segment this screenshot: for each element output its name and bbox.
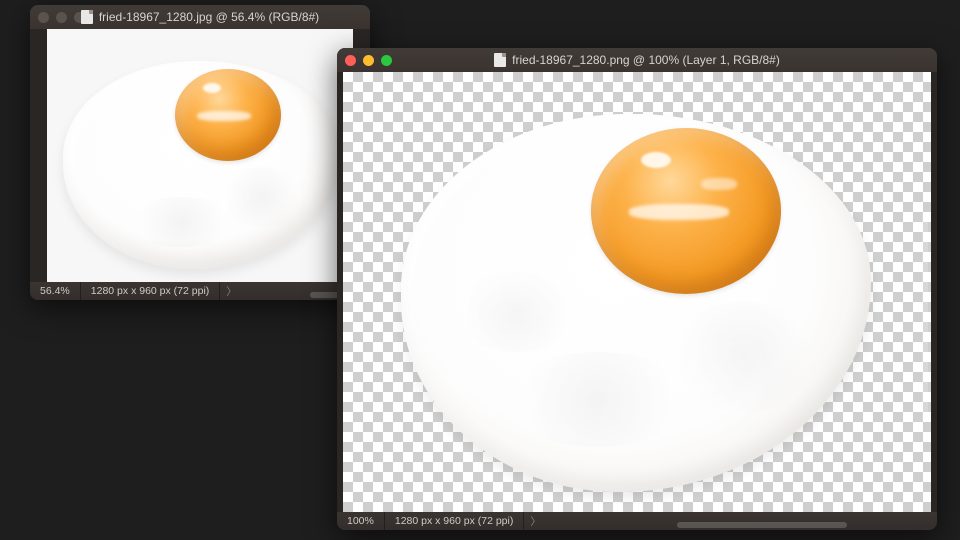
chevron-right-icon[interactable]: 〉: [220, 284, 243, 299]
zoom-icon[interactable]: [381, 55, 392, 66]
vertical-scrollbar-png[interactable]: [922, 212, 928, 422]
dimensions-png: 1280 px x 960 px (72 ppi): [385, 512, 525, 530]
dimensions-jpg: 1280 px x 960 px (72 ppi): [81, 282, 221, 300]
horizontal-scrollbar-png[interactable]: [677, 522, 847, 528]
canvas-png[interactable]: [343, 72, 931, 512]
title-center-png: fried-18967_1280.png @ 100% (Layer 1, RG…: [337, 53, 937, 67]
document-window-jpg[interactable]: fried-18967_1280.jpg @ 56.4% (RGB/8#) 56…: [30, 5, 370, 300]
titlebar-png[interactable]: fried-18967_1280.png @ 100% (Layer 1, RG…: [337, 48, 937, 72]
document-window-png[interactable]: fried-18967_1280.png @ 100% (Layer 1, RG…: [337, 48, 937, 530]
titlebar-jpg[interactable]: fried-18967_1280.jpg @ 56.4% (RGB/8#): [30, 5, 370, 29]
zoom-icon[interactable]: [74, 12, 85, 23]
minimize-icon[interactable]: [363, 55, 374, 66]
zoom-level-png[interactable]: 100%: [337, 512, 385, 530]
close-icon[interactable]: [38, 12, 49, 23]
close-icon[interactable]: [345, 55, 356, 66]
chevron-right-icon[interactable]: 〉: [524, 514, 547, 529]
canvas-jpg[interactable]: [47, 29, 353, 282]
traffic-lights-inactive[interactable]: [38, 12, 85, 23]
document-icon: [494, 53, 506, 67]
statusbar-png: 100% 1280 px x 960 px (72 ppi) 〉: [337, 512, 937, 530]
zoom-level-jpg[interactable]: 56.4%: [30, 282, 81, 300]
minimize-icon[interactable]: [56, 12, 67, 23]
window-title-png: fried-18967_1280.png @ 100% (Layer 1, RG…: [512, 53, 780, 67]
window-title-jpg: fried-18967_1280.jpg @ 56.4% (RGB/8#): [99, 10, 319, 24]
traffic-lights-active[interactable]: [345, 55, 392, 66]
